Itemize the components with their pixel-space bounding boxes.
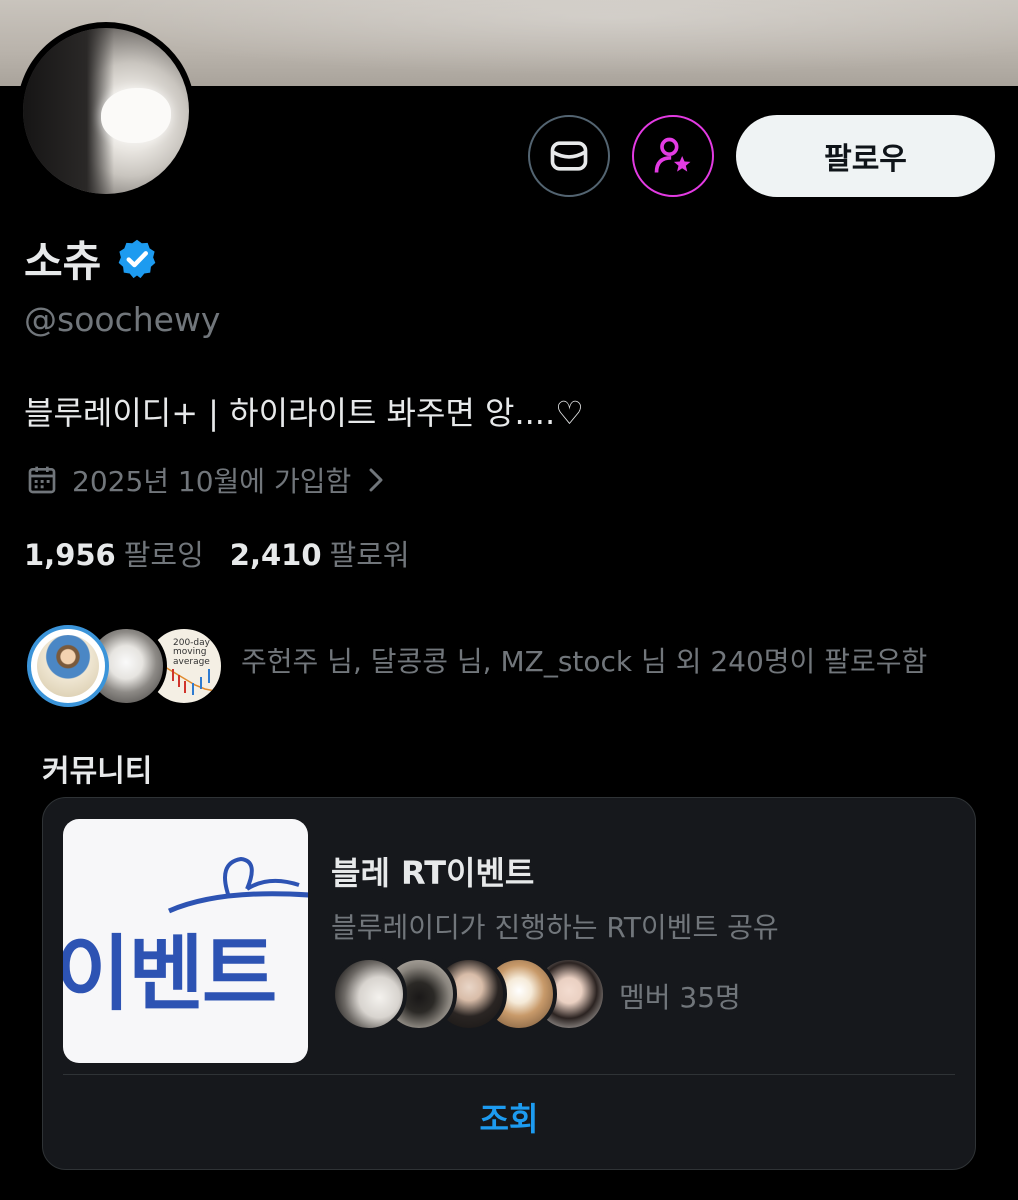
community-thumbnail-text: 이벤트 (63, 926, 277, 1022)
chevron-right-icon (369, 468, 383, 492)
calendar-icon (28, 466, 56, 494)
verified-badge-icon[interactable] (115, 237, 159, 281)
followers-label: 팔로워 (329, 538, 410, 572)
view-community-button[interactable]: 조회 (43, 1094, 975, 1140)
community-description: 블루레이디가 진행하는 RT이벤트 공유 (331, 911, 779, 944)
display-name: 소츄 (24, 228, 159, 289)
following-count: 1,956 (24, 538, 116, 572)
person-star-icon (654, 137, 691, 173)
community-member-count: 멤버 35명 (619, 981, 741, 1014)
follower-avatar (27, 625, 109, 707)
chart-thumbnail-icon (165, 666, 215, 695)
followers-stat[interactable]: 2,410 팔로워 (230, 532, 410, 574)
community-section-title: 커뮤니티 (42, 754, 153, 789)
follow-stats: 1,956 팔로잉 2,410 팔로워 (24, 532, 436, 574)
followed-by-text[interactable]: 주헌주 님, 달콩콩 님, MZ_stock 님 외 240명이 팔로우함 (241, 640, 927, 680)
following-stat[interactable]: 1,956 팔로잉 (24, 532, 204, 574)
community-thumbnail: 이벤트 (63, 819, 308, 1063)
handle: @soochewy (24, 300, 221, 339)
followed-by-avatars[interactable]: 200-day moving average (27, 625, 227, 707)
community-card[interactable]: 이벤트 블레 RT이벤트 블루레이디가 진행하는 RT이벤트 공유 멤버 35명… (42, 797, 976, 1170)
subscribe-button[interactable] (632, 115, 714, 197)
following-label: 팔로잉 (123, 538, 204, 572)
follow-button[interactable]: 팔로우 (736, 115, 995, 197)
envelope-icon (550, 141, 588, 171)
community-member-avatars (331, 956, 607, 1032)
joined-date[interactable]: 2025년 10월에 가입함 (26, 460, 387, 500)
member-avatar (331, 956, 407, 1032)
avatar-image (23, 28, 189, 194)
community-name: 블레 RT이벤트 (331, 854, 535, 892)
joined-text: 2025년 10월에 가입함 (72, 465, 352, 498)
message-button[interactable] (528, 115, 610, 197)
display-name-text: 소츄 (24, 237, 102, 286)
profile-avatar[interactable] (17, 22, 195, 200)
divider (63, 1074, 955, 1075)
followers-count: 2,410 (229, 538, 322, 572)
bio: 블루레이디+ | 하이라이트 봐주면 앙....♡ (24, 394, 584, 432)
